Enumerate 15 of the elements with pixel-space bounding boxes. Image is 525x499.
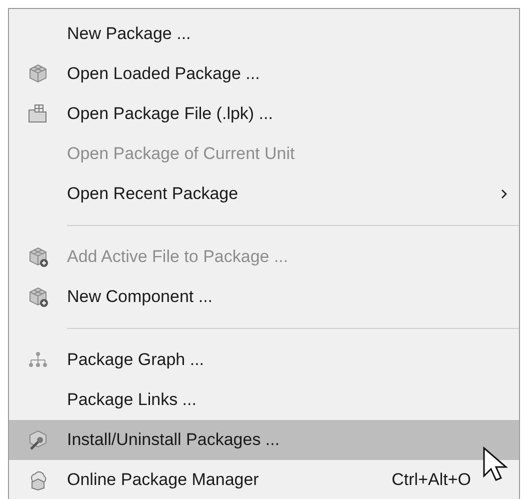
folder-icon	[27, 103, 49, 125]
wrench-package-icon	[27, 429, 49, 451]
menu-item[interactable]: New Component ...	[9, 277, 519, 317]
menu-item[interactable]: Package Graph ...	[9, 340, 519, 380]
menu-item[interactable]: Package Links ...	[9, 380, 519, 420]
package-icon	[27, 63, 49, 85]
menu-item[interactable]: Online Package Manager Ctrl+Alt+O	[9, 460, 519, 499]
menu-item[interactable]: Open Package File (.lpk) ...	[9, 94, 519, 134]
menu-item[interactable]: New Package ...	[9, 14, 519, 54]
package-add-icon	[27, 246, 49, 268]
menu-item[interactable]: Open Loaded Package ...	[9, 54, 519, 94]
menu-item[interactable]: Install/Uninstall Packages ...	[9, 420, 519, 460]
package-add-icon	[27, 286, 49, 308]
menu-item[interactable]: Open Recent Package	[9, 174, 519, 214]
shortcut-label: Ctrl+Alt+O	[392, 469, 471, 492]
